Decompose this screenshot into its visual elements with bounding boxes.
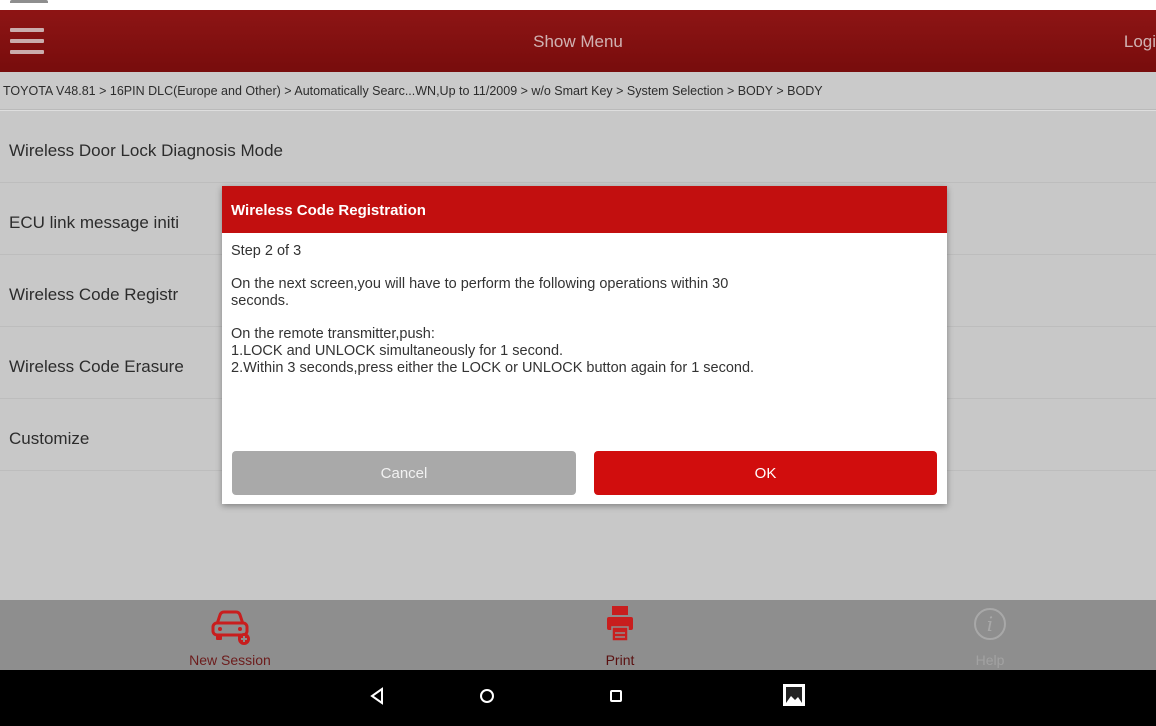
cancel-button[interactable]: Cancel — [232, 451, 576, 495]
car-icon — [211, 610, 250, 645]
status-strip — [0, 0, 1156, 10]
dialog-step: Step 2 of 3 — [231, 243, 302, 259]
back-triangle-icon[interactable] — [369, 686, 385, 706]
new-session-label: New Session — [189, 652, 271, 668]
svg-text:i: i — [987, 612, 993, 636]
dialog-line-3: On the remote transmitter,push: — [231, 326, 435, 342]
new-session-button[interactable]: New Session — [130, 600, 330, 670]
status-mark — [10, 0, 48, 7]
dialog-line-2: seconds. — [231, 293, 290, 309]
ok-button[interactable]: OK — [594, 451, 937, 495]
dialog-body: Step 2 of 3 On the next screen,you will … — [222, 233, 947, 377]
dialog-line-5: 2.Within 3 seconds,press either the LOCK… — [231, 360, 755, 376]
image-icon[interactable] — [781, 682, 807, 708]
dialog-title: Wireless Code Registration — [222, 186, 947, 233]
dialog-line-4: 1.LOCK and UNLOCK simultaneously for 1 s… — [231, 343, 564, 359]
android-nav-bar — [0, 670, 1156, 726]
recents-square-icon[interactable] — [608, 686, 624, 706]
print-label: Print — [605, 652, 635, 668]
print-button[interactable]: Print — [520, 600, 720, 670]
printer-icon — [607, 606, 633, 642]
wireless-code-registration-dialog: Wireless Code Registration Step 2 of 3 O… — [222, 186, 947, 504]
dialog-line-1: On the next screen,you will have to perf… — [231, 276, 729, 292]
help-label: Help — [975, 652, 1005, 668]
home-circle-icon[interactable] — [478, 686, 496, 706]
info-icon: i — [974, 608, 1006, 640]
bottom-toolbar: New Session Print i Help — [0, 600, 1156, 670]
help-button[interactable]: i Help — [890, 600, 1090, 670]
